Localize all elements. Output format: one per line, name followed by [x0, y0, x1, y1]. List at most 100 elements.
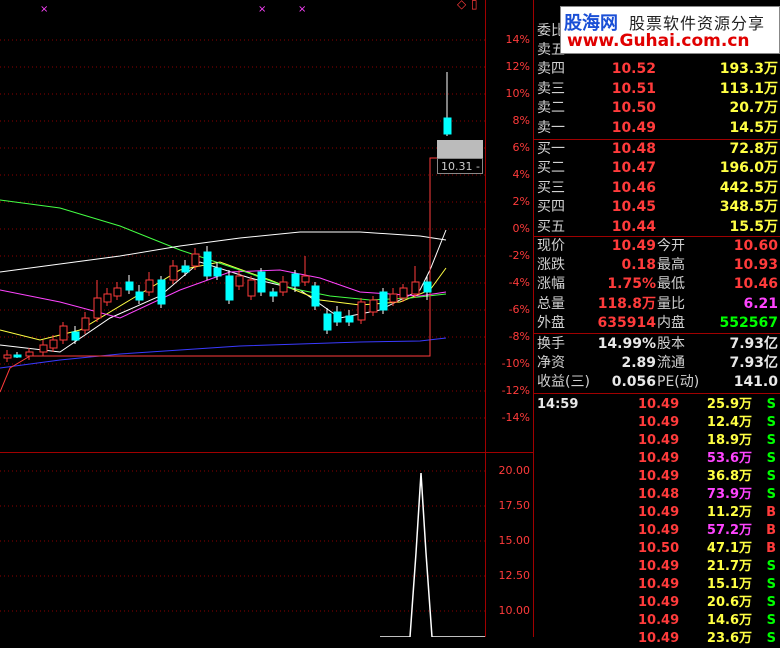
quote-value-2: 10.60 [733, 238, 778, 254]
bid-label: 买四 [537, 199, 565, 216]
quote-row: 总量 118.8万 量比 6.21 [533, 295, 780, 314]
tick-side: S [766, 415, 776, 430]
quote-value: 10.49 [611, 238, 656, 254]
tick-row: 14:59 10.49 25.9万 S [533, 396, 780, 414]
marker-icon: × [40, 4, 49, 15]
tick-side: S [766, 451, 776, 466]
candle [3, 350, 12, 362]
tick-price: 10.49 [638, 595, 680, 610]
tick-side: S [766, 613, 776, 628]
ask-volume: 14.5万 [729, 119, 778, 136]
fund-value-2: 7.93亿 [729, 355, 778, 372]
tick-side: S [766, 559, 776, 574]
price-axis-label: -10% [501, 357, 530, 370]
tick-price: 10.49 [638, 451, 680, 466]
tick-volume: 12.4万 [706, 415, 752, 430]
bid-row: 买二 10.47 196.0万 [533, 159, 780, 178]
fundamental-row: 净资 2.89 流通 7.93亿 [533, 354, 780, 373]
tick-volume: 23.6万 [706, 631, 752, 646]
separator [533, 236, 780, 237]
ask-price: 10.49 [611, 119, 656, 136]
bid-price: 10.44 [611, 218, 656, 235]
marker-icon: × [258, 4, 267, 15]
candle [301, 256, 310, 286]
fund-label-2: 流通 [657, 355, 685, 372]
tick-price: 10.49 [638, 613, 680, 628]
price-axis-label: 6% [512, 141, 530, 154]
ask-volume: 193.3万 [719, 61, 778, 78]
site-logo: 股海网 股票软件资源分享 www.Guhai.com.cn [560, 6, 780, 54]
candle [333, 306, 342, 326]
bid-price: 10.45 [611, 199, 656, 216]
ask-row: 卖二 10.50 20.7万 [533, 99, 780, 118]
tick-price: 10.50 [638, 541, 680, 556]
candle [125, 275, 134, 294]
tick-row: 10.49 20.6万 S [533, 594, 780, 612]
candle [81, 312, 90, 334]
price-axis-label: 8% [512, 114, 530, 127]
tick-volume: 25.9万 [706, 397, 752, 412]
candle [247, 276, 256, 300]
cursor-price-bar [437, 140, 483, 158]
tick-side: B [766, 523, 776, 538]
bid-price: 10.47 [611, 160, 656, 177]
fund-value: 0.056 [611, 374, 656, 391]
candle [203, 246, 212, 280]
bid-label: 买五 [537, 218, 565, 235]
cursor-price-tooltip: 10.31 - [437, 158, 483, 174]
fundamental-row: 换手 14.99% 股本 7.93亿 [533, 335, 780, 354]
tick-volume: 57.2万 [706, 523, 752, 538]
panel-toggle-icon[interactable]: ▯ [471, 0, 478, 11]
quote-value-2: 10.46 [733, 276, 778, 293]
tick-price: 10.49 [638, 415, 680, 430]
quote-row: 涨跌 0.18 最高 10.93 [533, 256, 780, 275]
tick-volume: 47.1万 [706, 541, 752, 556]
tick-side: S [766, 433, 776, 448]
marker-icon: × [298, 4, 307, 15]
volume-axis-label: 20.00 [498, 464, 531, 477]
diamond-icon[interactable]: ◇ [457, 0, 466, 11]
tick-volume: 20.6万 [706, 595, 752, 610]
price-axis-label: 12% [505, 60, 530, 73]
tick-volume: 15.1万 [706, 577, 752, 592]
kline-chart[interactable] [0, 0, 486, 452]
quote-label: 总量 [537, 295, 565, 312]
price-axis-label: -2% [508, 249, 530, 262]
price-axis-label: -14% [501, 411, 530, 424]
candle [225, 270, 234, 304]
fund-value-2: 141.0 [733, 374, 778, 391]
candle [279, 276, 288, 296]
candle [311, 282, 320, 310]
candle [103, 288, 112, 306]
candle [443, 72, 452, 136]
quote-label: 涨幅 [537, 276, 565, 293]
tick-row: 10.49 36.8万 S [533, 468, 780, 486]
candle [235, 270, 244, 290]
tick-price: 10.49 [638, 631, 680, 646]
tick-price: 10.49 [638, 523, 680, 538]
tick-side: S [766, 397, 776, 412]
fund-value: 2.89 [621, 355, 656, 372]
ask-price: 10.50 [611, 100, 656, 117]
ask-label: 卖二 [537, 100, 565, 117]
tick-row: 10.49 15.1万 S [533, 576, 780, 594]
tick-price: 10.49 [638, 433, 680, 448]
candle [113, 282, 122, 300]
ma-line [0, 337, 447, 369]
tick-volume: 53.6万 [706, 451, 752, 466]
fund-value: 14.99% [597, 336, 656, 352]
volume-chart[interactable] [0, 453, 486, 637]
candle [369, 296, 378, 316]
bid-row: 买一 10.48 72.8万 [533, 140, 780, 159]
ma-line [0, 199, 447, 301]
quote-value-2: 6.21 [743, 295, 778, 312]
quote-label: 涨跌 [537, 257, 565, 274]
ask-volume: 113.1万 [719, 80, 778, 97]
price-axis: 14% 12% 10% 8% 6% 4% 2% 0% -2% -4% -6% -8% -10% -12% -… [486, 0, 533, 452]
ask-row: 卖一 10.49 14.5万 [533, 119, 780, 138]
price-axis-label: -8% [508, 330, 530, 343]
candle [145, 272, 154, 296]
fund-label: 收益(三) [537, 374, 590, 391]
bid-volume: 348.5万 [719, 199, 778, 216]
candle [269, 288, 278, 302]
